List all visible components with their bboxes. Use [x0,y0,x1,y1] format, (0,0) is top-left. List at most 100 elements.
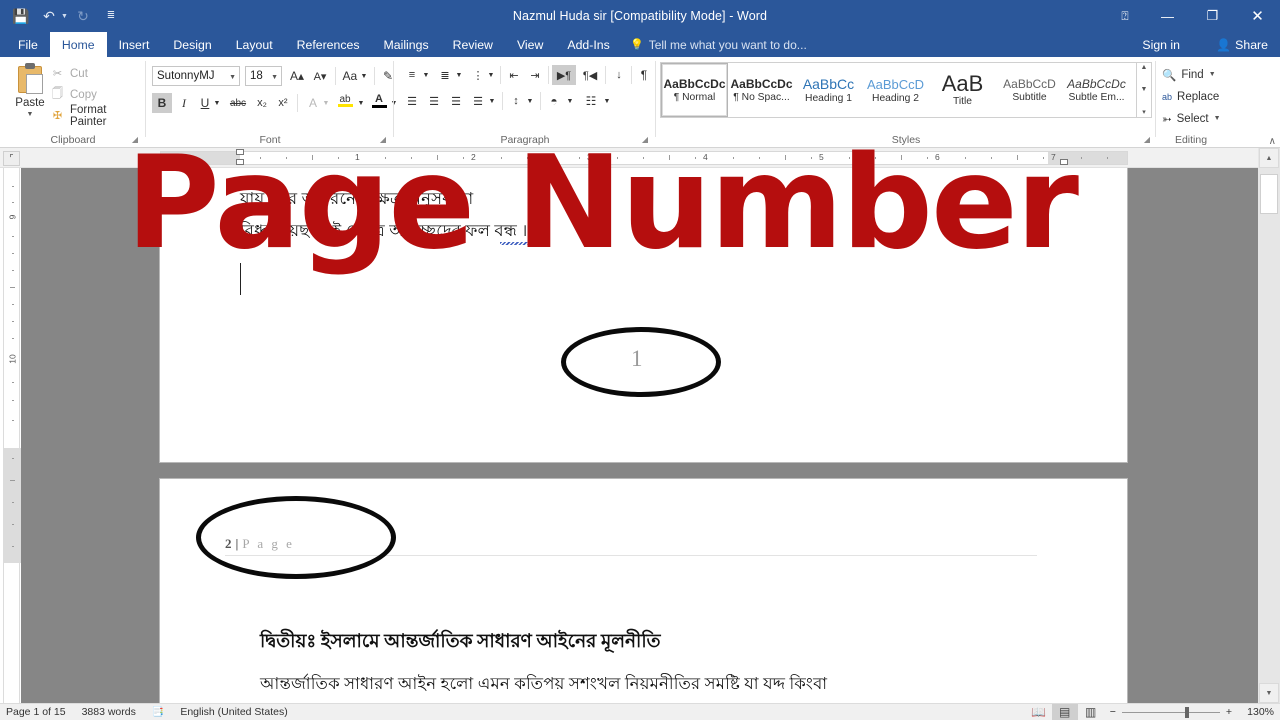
copy-button[interactable]: 🗍 Copy [50,86,97,103]
tab-design[interactable]: Design [161,32,223,57]
find-dropdown-icon[interactable]: ▼ [1209,71,1216,78]
borders-dropdown-icon[interactable]: ▼ [602,91,612,111]
styles-more-icon[interactable]: ▾ [1142,108,1146,116]
justify-icon[interactable]: ☰ [468,91,488,111]
tell-me-box[interactable]: 💡 Tell me what you want to do... [630,32,807,57]
share-button[interactable]: 👤 Share [1210,32,1274,57]
tab-selector-button[interactable]: ⌜ [3,151,20,166]
sort-icon[interactable]: ↓ [609,65,629,85]
select-dropdown-icon[interactable]: ▼ [1214,115,1221,122]
tab-insert[interactable]: Insert [107,32,162,57]
tab-layout[interactable]: Layout [224,32,285,57]
zoom-track[interactable] [1121,706,1220,718]
document-page-2[interactable]: 2 | P a g e দ্বিতীয়ঃ ইসলামে আন্তর্জাতিক স… [160,479,1127,703]
font-name-dropdown-icon[interactable]: ▼ [229,74,236,81]
scroll-up-icon[interactable]: ▲ [1259,148,1279,168]
close-button[interactable]: ✕ [1235,0,1280,32]
vertical-scrollbar[interactable]: ▲ ▼ [1258,148,1280,703]
zoom-out-button[interactable]: − [1110,706,1116,718]
italic-button[interactable]: I [174,93,194,113]
language-indicator[interactable]: English (United States) [180,706,287,718]
increase-indent-icon[interactable]: ⇥ [525,65,545,85]
underline-dropdown-icon[interactable]: ▼ [212,93,222,113]
tab-review[interactable]: Review [441,32,505,57]
align-center-icon[interactable]: ☰ [424,91,444,111]
style-subtle-emphasis[interactable]: AaBbCcDc Subtle Em... [1063,63,1130,117]
shading-dropdown-icon[interactable]: ▼ [565,91,575,111]
strikethrough-button[interactable]: abc [226,93,250,113]
print-layout-icon[interactable]: ▤ [1051,704,1078,720]
find-button[interactable]: 🔍 Find ▼ [1162,65,1216,84]
paste-button[interactable]: Paste ▼ [6,61,54,129]
line-spacing-icon[interactable]: ↕ [506,91,526,111]
format-painter-button[interactable]: ✠ Format Painter [50,104,146,128]
style-no-spacing[interactable]: AaBbCcDc ¶ No Spac... [728,63,795,117]
tab-view[interactable]: View [505,32,555,57]
multilevel-list-icon[interactable]: ⋮ [468,65,488,85]
replace-button[interactable]: ab Replace [1162,87,1219,106]
style-heading-1[interactable]: AaBbCc Heading 1 [795,63,862,117]
style-subtitle[interactable]: AaBbCcD Subtitle [996,63,1063,117]
styles-scroll-down-icon[interactable]: ▼ [1141,86,1148,93]
bold-button[interactable]: B [152,93,172,113]
word-count[interactable]: 3883 words [82,706,136,718]
styles-gallery-scroll[interactable]: ▲ ▼ ▾ [1137,62,1152,118]
numbering-icon[interactable]: ≣ [435,65,455,85]
scrollbar-thumb[interactable] [1260,174,1278,214]
zoom-in-button[interactable]: + [1226,706,1232,718]
styles-scroll-up-icon[interactable]: ▲ [1141,64,1148,71]
cut-button[interactable]: ✂ Cut [50,65,88,82]
grow-font-icon[interactable]: A▴ [286,66,308,86]
align-right-icon[interactable]: ☰ [446,91,466,111]
align-left-icon[interactable]: ☰ [402,91,422,111]
highlight-dropdown-icon[interactable]: ▼ [356,93,366,113]
style-heading-2[interactable]: AaBbCcD Heading 2 [862,63,929,117]
ltr-text-direction-icon[interactable]: ▶¶ [552,65,576,85]
font-name-input[interactable]: SutonnyMJ ▼ [152,66,240,86]
justify-dropdown-icon[interactable]: ▼ [487,91,497,111]
tab-mailings[interactable]: Mailings [372,32,441,57]
styles-dialog-launcher[interactable]: ◢ [1142,135,1152,145]
show-formatting-marks-icon[interactable]: ¶ [634,65,654,85]
web-layout-icon[interactable]: ▥ [1078,704,1104,720]
decrease-indent-icon[interactable]: ⇤ [504,65,524,85]
select-button[interactable]: ➳ Select ▼ [1162,109,1221,128]
tab-addins[interactable]: Add-Ins [555,32,621,57]
numbering-dropdown-icon[interactable]: ▼ [454,65,464,85]
line-spacing-dropdown-icon[interactable]: ▼ [525,91,535,111]
restore-button[interactable]: ❐ [1190,0,1235,32]
paste-dropdown-icon[interactable]: ▼ [27,111,34,118]
superscript-button[interactable]: x² [273,93,293,113]
shading-icon[interactable]: ◓ [544,91,564,111]
highlight-color-icon[interactable]: ab [334,91,356,111]
zoom-level[interactable]: 130% [1238,706,1274,718]
zoom-knob[interactable] [1184,706,1189,718]
scroll-down-icon[interactable]: ▼ [1259,683,1279,703]
read-mode-icon[interactable]: 📖 [1026,704,1052,720]
font-size-input[interactable]: 18 ▼ [245,66,282,86]
proofing-errors-icon[interactable]: 📑 [152,707,164,718]
tab-file[interactable]: File [6,32,50,57]
sign-in-button[interactable]: Sign in [1142,32,1180,57]
minimize-button[interactable]: — [1145,0,1190,32]
text-effects-dropdown-icon[interactable]: ▼ [321,93,331,113]
ribbon-display-options-icon[interactable]: ⍰ [1105,0,1145,32]
change-case-icon[interactable]: Aa ▼ [340,66,370,86]
shrink-font-icon[interactable]: A▾ [309,66,331,86]
zoom-slider[interactable]: − + 130% [1110,706,1274,718]
style-title[interactable]: AaB Title [929,63,996,117]
multilevel-list-dropdown-icon[interactable]: ▼ [486,65,496,85]
style-normal[interactable]: AaBbCcDc ¶ Normal [661,63,728,117]
tab-references[interactable]: References [285,32,372,57]
tab-home[interactable]: Home [49,32,107,57]
borders-icon[interactable]: ☷ [581,91,601,111]
collapse-ribbon-icon[interactable]: ∧ [1269,136,1276,147]
bullets-icon[interactable]: ≡ [402,65,422,85]
page-info[interactable]: Page 1 of 15 [6,706,66,718]
text-effects-icon[interactable]: A [303,93,323,113]
font-color-icon[interactable]: A [368,91,390,111]
rtl-text-direction-icon[interactable]: ¶◀ [578,65,602,85]
bullets-dropdown-icon[interactable]: ▼ [421,65,431,85]
subscript-button[interactable]: x₂ [252,93,272,113]
vertical-ruler[interactable]: 9 10 [3,168,21,703]
